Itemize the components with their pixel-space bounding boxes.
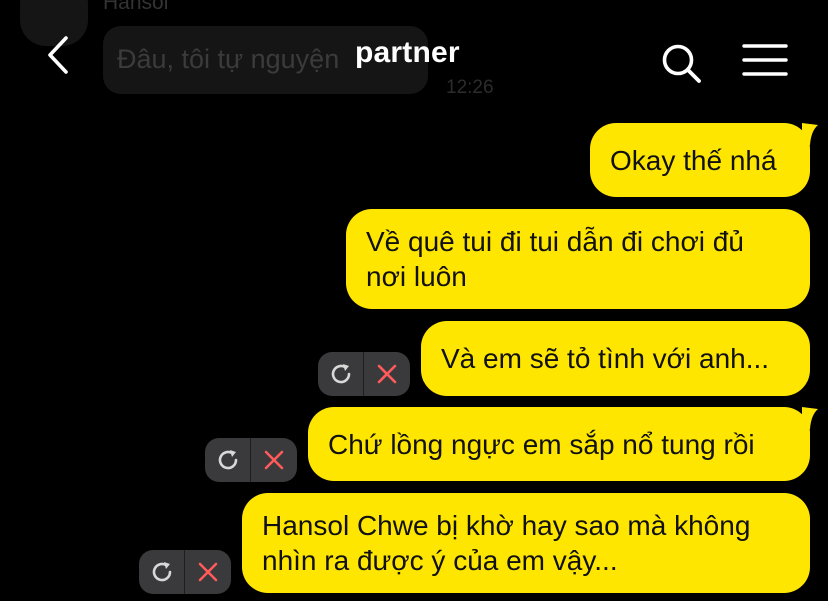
outgoing-message-bubble[interactable]: Về quê tui đi tui dẫn đi chơi đủ nơi luô…: [346, 209, 810, 309]
hamburger-menu-icon: [742, 44, 788, 76]
retry-icon: [218, 450, 238, 470]
back-button[interactable]: [42, 34, 82, 78]
delete-button[interactable]: [251, 438, 297, 482]
message-text: Chứ lồng ngực em sắp nổ tung rồi: [328, 428, 755, 460]
close-icon: [198, 562, 218, 582]
delete-button[interactable]: [364, 352, 410, 396]
menu-button[interactable]: [742, 42, 788, 78]
retry-button[interactable]: [318, 352, 364, 396]
chevron-left-icon: [48, 36, 68, 74]
message-text: Và em sẽ tỏ tình với anh...: [441, 343, 770, 374]
delete-button[interactable]: [185, 550, 231, 594]
bubble-tail: [802, 407, 818, 429]
outgoing-message-bubble[interactable]: Hansol Chwe bị khờ hay sao mà không nhìn…: [242, 493, 810, 593]
retry-button[interactable]: [205, 438, 251, 482]
divider: [184, 550, 185, 594]
close-icon: [377, 364, 397, 384]
outgoing-message-bubble[interactable]: Okay thế nhá: [590, 123, 810, 197]
failed-message-actions: [139, 550, 231, 594]
search-icon: [662, 44, 701, 83]
message-text: Hansol Chwe bị khờ hay sao mà không nhìn…: [262, 510, 751, 576]
bubble-tail: [802, 123, 818, 145]
failed-message-actions: [318, 352, 410, 396]
failed-message-actions: [205, 438, 297, 482]
retry-button[interactable]: [139, 550, 185, 594]
outgoing-message-bubble[interactable]: Chứ lồng ngực em sắp nổ tung rồi: [308, 407, 810, 481]
chat-header: partner: [0, 0, 828, 110]
message-text: Về quê tui đi tui dẫn đi chơi đủ nơi luô…: [366, 226, 744, 292]
retry-icon: [152, 562, 172, 582]
search-button[interactable]: [660, 42, 704, 86]
message-text: Okay thế nhá: [610, 144, 777, 176]
outgoing-message-bubble[interactable]: Và em sẽ tỏ tình với anh...: [421, 321, 810, 396]
divider: [363, 352, 364, 396]
close-icon: [264, 450, 284, 470]
chat-title: partner: [355, 36, 460, 69]
divider: [250, 438, 251, 482]
retry-icon: [331, 364, 351, 384]
